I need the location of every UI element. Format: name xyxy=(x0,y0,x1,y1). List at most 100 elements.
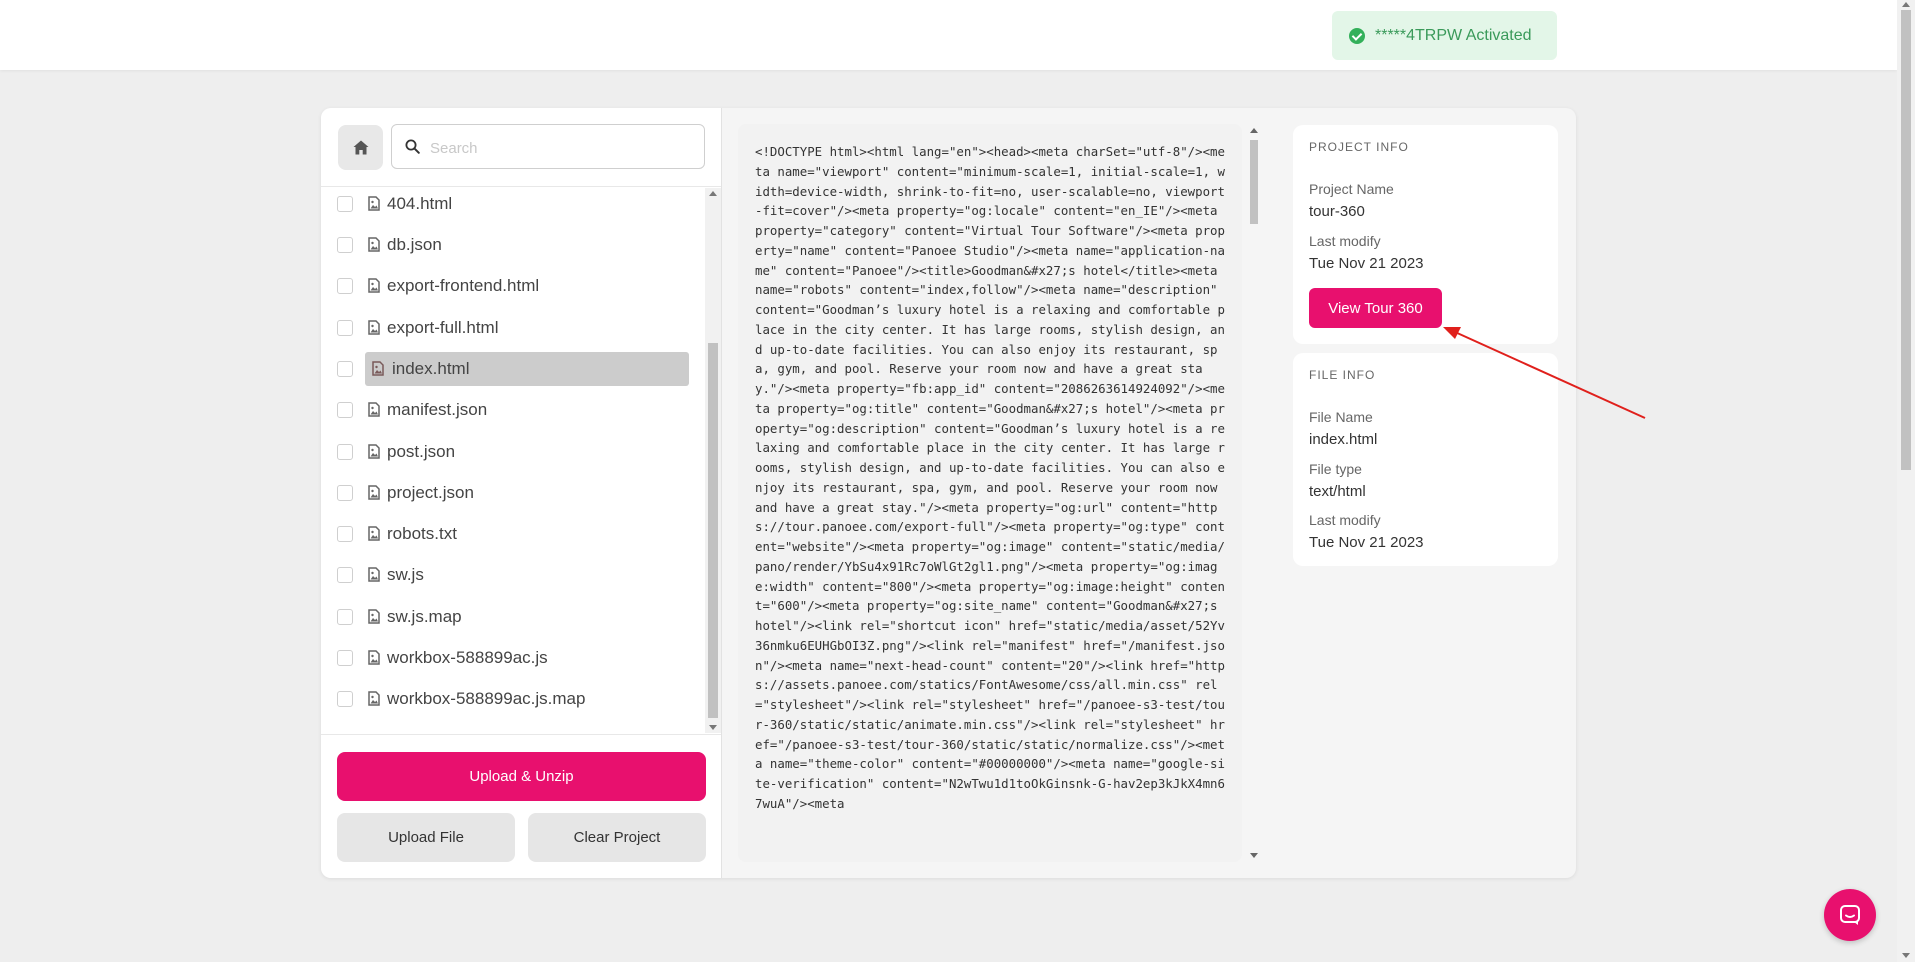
scroll-down-arrow-icon[interactable] xyxy=(1902,953,1910,958)
code-scrollbar[interactable] xyxy=(1247,124,1261,862)
file-checkbox[interactable] xyxy=(337,237,353,253)
file-name: workbox-588899ac.js xyxy=(387,648,548,667)
clear-project-button[interactable]: Clear Project xyxy=(528,813,706,862)
file-list-item[interactable]: project.json xyxy=(321,473,705,514)
file-checkbox[interactable] xyxy=(337,691,353,707)
file-list: 404.html db.json export-frontend.html expor… xyxy=(321,188,705,733)
upload-unzip-button[interactable]: Upload & Unzip xyxy=(337,752,706,801)
project-info-card: PROJECT INFO Project Name tour-360 Last … xyxy=(1293,125,1558,344)
scroll-up-arrow-icon[interactable] xyxy=(1902,2,1910,7)
file-list-item[interactable]: robots.txt xyxy=(321,514,705,555)
divider xyxy=(321,734,721,735)
file-image-icon xyxy=(368,196,380,211)
file-image-icon xyxy=(368,237,380,252)
search-input[interactable] xyxy=(428,135,692,161)
file-name: sw.js.map xyxy=(387,607,462,626)
file-checkbox[interactable] xyxy=(337,361,353,377)
scroll-down-arrow-icon[interactable] xyxy=(1250,853,1258,858)
toast-text: *****4TRPW Activated xyxy=(1375,26,1532,44)
top-bar: *****4TRPW Activated xyxy=(0,0,1897,70)
chat-bubble-icon xyxy=(1840,905,1860,925)
file-checkbox[interactable] xyxy=(337,196,353,212)
file-image-icon xyxy=(372,361,384,376)
file-name-value: index.html xyxy=(1309,431,1378,448)
file-checkbox[interactable] xyxy=(337,278,353,294)
upload-file-button[interactable]: Upload File xyxy=(337,813,515,862)
file-manager-card: 404.html db.json export-frontend.html expor… xyxy=(321,108,1576,878)
file-image-icon xyxy=(368,526,380,541)
file-image-icon xyxy=(368,609,380,624)
file-list-item[interactable]: manifest.json xyxy=(321,390,705,431)
project-last-modify-value: Tue Nov 21 2023 xyxy=(1309,255,1424,272)
file-checkbox[interactable] xyxy=(337,526,353,542)
file-name: post.json xyxy=(387,442,456,461)
file-image-icon xyxy=(368,567,380,582)
project-name-value: tour-360 xyxy=(1309,203,1365,220)
search-box xyxy=(391,124,705,169)
file-name: export-full.html xyxy=(387,318,499,337)
file-image-icon xyxy=(368,485,380,500)
code-content[interactable]: <!DOCTYPE html><html lang="en"><head><me… xyxy=(755,142,1225,862)
file-name: db.json xyxy=(387,235,442,254)
annotation-arrow xyxy=(1443,327,1646,419)
divider xyxy=(321,186,721,187)
file-list-item[interactable]: workbox-588899ac.js xyxy=(321,638,705,679)
file-type-value: text/html xyxy=(1309,483,1366,500)
file-image-icon xyxy=(368,402,380,417)
home-button[interactable] xyxy=(338,125,383,170)
file-checkbox[interactable] xyxy=(337,650,353,666)
file-name: index.html xyxy=(392,359,470,378)
file-info-heading: FILE INFO xyxy=(1309,368,1376,382)
file-list-scrollbar[interactable] xyxy=(705,188,721,733)
home-icon xyxy=(353,140,368,155)
file-name: 404.html xyxy=(387,194,453,213)
scroll-down-arrow-icon[interactable] xyxy=(709,725,717,730)
file-name: workbox-588899ac.js.map xyxy=(387,689,586,708)
chat-button[interactable] xyxy=(1824,889,1876,941)
file-list-item[interactable]: export-full.html xyxy=(321,308,705,349)
file-name: manifest.json xyxy=(387,400,488,419)
file-name: sw.js xyxy=(387,565,424,584)
file-checkbox[interactable] xyxy=(337,609,353,625)
search-icon xyxy=(405,139,420,154)
project-info-heading: PROJECT INFO xyxy=(1309,140,1409,154)
file-name: export-frontend.html xyxy=(387,276,540,295)
file-name: robots.txt xyxy=(387,524,457,543)
file-checkbox[interactable] xyxy=(337,567,353,583)
file-list-scroll-thumb[interactable] xyxy=(708,343,718,718)
file-checkbox[interactable] xyxy=(337,485,353,501)
file-image-icon xyxy=(368,444,380,459)
scroll-up-arrow-icon[interactable] xyxy=(1250,128,1258,133)
file-checkbox[interactable] xyxy=(337,444,353,460)
file-list-item[interactable]: export-frontend.html xyxy=(321,266,705,307)
file-list-item[interactable]: sw.js xyxy=(321,555,705,596)
file-name-label: File Name xyxy=(1309,409,1373,425)
file-image-icon xyxy=(368,691,380,706)
file-image-icon xyxy=(368,650,380,665)
file-list-item[interactable]: 404.html xyxy=(321,188,705,225)
project-last-modify-label: Last modify xyxy=(1309,233,1381,249)
file-last-modify-value: Tue Nov 21 2023 xyxy=(1309,534,1424,551)
page-scrollbar[interactable] xyxy=(1897,0,1915,962)
scroll-up-arrow-icon[interactable] xyxy=(709,191,717,196)
file-list-item[interactable]: workbox-588899ac.js.map xyxy=(321,679,705,720)
file-image-icon xyxy=(368,320,380,335)
code-scroll-thumb[interactable] xyxy=(1250,140,1258,224)
file-checkbox[interactable] xyxy=(337,320,353,336)
file-list-item[interactable]: post.json xyxy=(321,432,705,473)
file-name: project.json xyxy=(387,483,474,502)
file-list-item[interactable]: db.json xyxy=(321,225,705,266)
file-list-item[interactable]: index.html xyxy=(321,349,705,390)
project-name-label: Project Name xyxy=(1309,181,1394,197)
file-list-item[interactable]: sw.js.map xyxy=(321,597,705,638)
activation-toast: *****4TRPW Activated xyxy=(1332,11,1557,60)
file-sidebar: 404.html db.json export-frontend.html expor… xyxy=(321,108,722,878)
code-viewer[interactable]: <!DOCTYPE html><html lang="en"><head><me… xyxy=(738,124,1242,862)
file-last-modify-label: Last modify xyxy=(1309,512,1381,528)
page-scroll-thumb[interactable] xyxy=(1901,10,1911,470)
file-type-label: File type xyxy=(1309,461,1362,477)
check-circle-icon xyxy=(1349,27,1365,44)
file-image-icon xyxy=(368,278,380,293)
view-tour-button[interactable]: View Tour 360 xyxy=(1309,288,1442,328)
file-checkbox[interactable] xyxy=(337,402,353,418)
